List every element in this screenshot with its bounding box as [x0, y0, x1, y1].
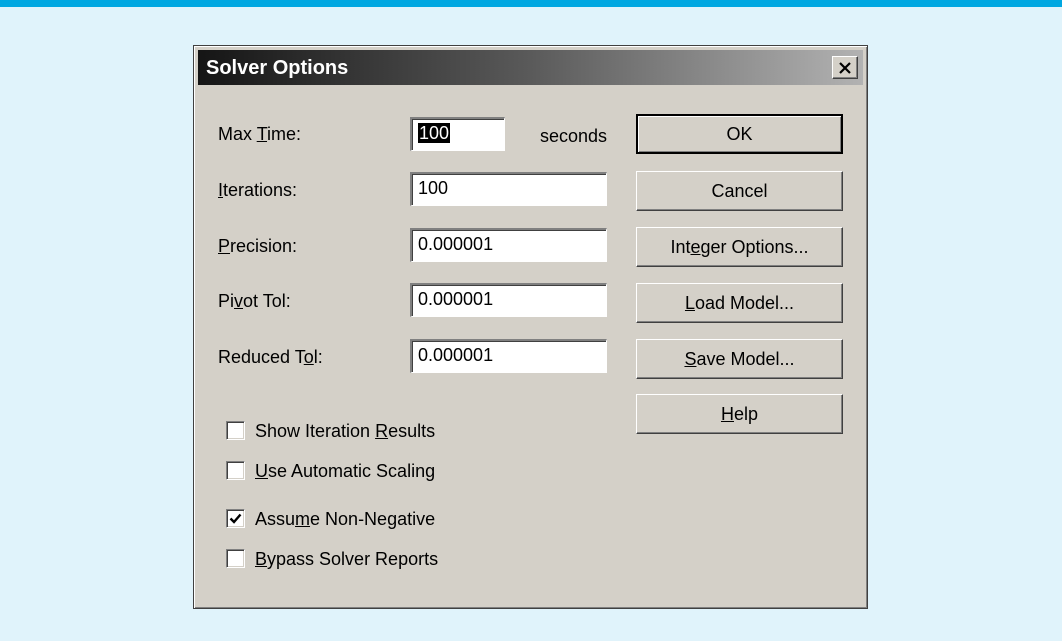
- show-iteration-results-checkbox[interactable]: [226, 421, 245, 440]
- title-bar[interactable]: Solver Options: [198, 50, 863, 85]
- pivot-tol-label: Pivot Tol:: [218, 291, 291, 311]
- automatic-scaling-checkbox[interactable]: [226, 461, 245, 480]
- seconds-label: seconds: [540, 126, 608, 146]
- bypass-solver-reports-label: Bypass Solver Reports: [255, 549, 439, 569]
- help-button[interactable]: Help: [636, 394, 843, 434]
- assume-non-negative-label: Assume Non-Negative: [255, 509, 436, 529]
- ok-button[interactable]: OK: [636, 114, 843, 154]
- reduced-tol-input[interactable]: 0.000001: [410, 339, 607, 373]
- assume-non-negative-checkbox[interactable]: [226, 509, 245, 528]
- close-button[interactable]: [832, 56, 858, 79]
- cancel-button[interactable]: Cancel: [636, 171, 843, 211]
- dialog-title: Solver Options: [206, 57, 349, 79]
- precision-label: Precision:: [218, 236, 298, 256]
- solver-options-dialog: Solver Options Max Time: Iterations: Pre…: [193, 45, 868, 609]
- iterations-input[interactable]: 100: [410, 172, 607, 206]
- accent-bar: [0, 0, 1062, 7]
- save-model-button[interactable]: Save Model...: [636, 339, 843, 379]
- precision-input[interactable]: 0.000001: [410, 228, 607, 262]
- close-icon: [839, 61, 851, 74]
- max-time-label: Max Time:: [218, 124, 302, 144]
- bypass-solver-reports-checkbox[interactable]: [226, 549, 245, 568]
- show-iteration-results-label: Show Iteration Results: [255, 421, 436, 441]
- pivot-tol-input[interactable]: 0.000001: [410, 283, 607, 317]
- max-time-input[interactable]: 100: [410, 117, 505, 151]
- check-icon: [229, 513, 242, 524]
- load-model-button[interactable]: Load Model...: [636, 283, 843, 323]
- max-time-value: 100: [418, 123, 451, 143]
- iterations-label: Iterations:: [218, 180, 298, 200]
- reduced-tol-label: Reduced Tol:: [218, 347, 323, 367]
- automatic-scaling-label: Use Automatic Scaling: [255, 461, 436, 481]
- integer-options-button[interactable]: Integer Options...: [636, 227, 843, 267]
